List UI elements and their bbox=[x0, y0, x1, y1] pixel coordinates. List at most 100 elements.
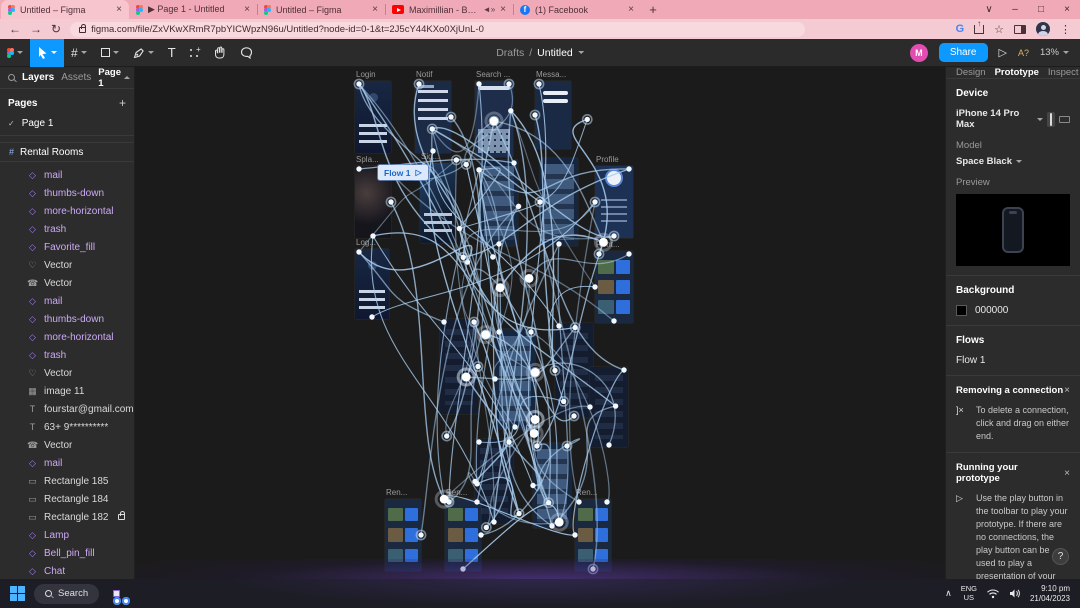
address-bar[interactable]: figma.com/file/ZxVKwXRmR7pbYICWpzN96u/Un… bbox=[70, 21, 806, 37]
layer-item[interactable]: ▭ Rectangle 185 bbox=[0, 472, 134, 490]
page-item-page1[interactable]: ✓ Page 1 bbox=[8, 118, 126, 129]
frame-label[interactable]: Ren... bbox=[446, 488, 467, 497]
minimize-button[interactable]: – bbox=[1002, 4, 1028, 15]
user-avatar[interactable]: M bbox=[909, 43, 928, 62]
tab-design[interactable]: Design bbox=[956, 67, 986, 78]
close-button[interactable]: × bbox=[1054, 4, 1080, 15]
shape-tool-button[interactable] bbox=[94, 39, 126, 67]
frame-label[interactable]: Spla... bbox=[356, 155, 379, 164]
canvas[interactable]: Login Notif Search ... Messa... Spla... Sig..… bbox=[135, 67, 945, 579]
layer-item[interactable]: ▭ Rectangle 182 bbox=[0, 508, 134, 526]
share-icon[interactable] bbox=[974, 19, 985, 34]
layer-item[interactable]: ◇ mail bbox=[0, 166, 134, 184]
model-select[interactable]: Space Black bbox=[956, 156, 1012, 167]
layer-item[interactable]: ◇ more-horizontal bbox=[0, 202, 134, 220]
tray-expand-icon[interactable]: ∧ bbox=[945, 588, 952, 599]
layer-item[interactable]: ◇ trash bbox=[0, 220, 134, 238]
layer-item[interactable]: ◇ more-horizontal bbox=[0, 328, 134, 346]
frame-label[interactable]: Rent... bbox=[596, 240, 620, 249]
start-button[interactable] bbox=[10, 586, 25, 601]
background-color-swatch[interactable] bbox=[956, 305, 967, 316]
canvas-frame[interactable] bbox=[440, 319, 478, 414]
flow-item[interactable]: Flow 1 bbox=[956, 355, 985, 366]
flow-play-icon[interactable]: ▷ bbox=[415, 168, 421, 177]
layer-item[interactable]: ◇ mail bbox=[0, 292, 134, 310]
layer-item[interactable]: ▭ Rectangle 184 bbox=[0, 490, 134, 508]
frame-label[interactable]: Notif bbox=[416, 70, 432, 79]
canvas-frame[interactable] bbox=[590, 367, 628, 447]
tab-audio-icon[interactable]: ◄» bbox=[483, 5, 495, 14]
file-title[interactable]: Untitled bbox=[537, 47, 573, 59]
layer-item[interactable]: ♡ Vector bbox=[0, 364, 134, 382]
layer-item[interactable]: ♡ Vector bbox=[0, 256, 134, 274]
move-tool-button[interactable] bbox=[30, 38, 64, 67]
canvas-frame[interactable]: Profile bbox=[595, 155, 633, 238]
side-panel-icon[interactable] bbox=[1014, 24, 1026, 34]
maximize-button[interactable]: □ bbox=[1028, 4, 1054, 15]
hand-tool-button[interactable] bbox=[207, 39, 233, 67]
forward-button[interactable]: → bbox=[30, 23, 42, 35]
device-select[interactable]: iPhone 14 Pro Max bbox=[956, 108, 1033, 130]
frame-label[interactable]: Login bbox=[356, 70, 376, 79]
tab-close-icon[interactable]: × bbox=[116, 4, 122, 15]
frame-label[interactable]: Ren... bbox=[386, 488, 407, 497]
canvas-frame[interactable]: Notif bbox=[415, 70, 451, 153]
canvas-frame[interactable]: Ren... bbox=[385, 488, 421, 571]
canvas-frame[interactable]: Ren... bbox=[575, 488, 611, 571]
present-play-button[interactable]: ▷ bbox=[999, 46, 1007, 59]
zoom-control[interactable]: 13% bbox=[1040, 47, 1069, 58]
layer-item[interactable]: ◇ mail bbox=[0, 454, 134, 472]
frame-label[interactable]: Ren... bbox=[576, 488, 597, 497]
page-selector[interactable]: Page 1 bbox=[98, 67, 130, 89]
lock-icon[interactable] bbox=[118, 511, 125, 520]
google-lens-icon[interactable]: G bbox=[956, 23, 965, 35]
reload-button[interactable]: ↻ bbox=[51, 23, 61, 35]
tip-close-icon[interactable]: × bbox=[1064, 468, 1070, 479]
tab-prototype[interactable]: Prototype bbox=[995, 67, 1039, 78]
canvas-frame[interactable]: Messa... bbox=[535, 70, 571, 149]
volume-icon[interactable] bbox=[1009, 588, 1021, 599]
new-tab-button[interactable]: + bbox=[641, 0, 665, 19]
add-page-button[interactable]: + bbox=[119, 96, 126, 110]
canvas-frame[interactable] bbox=[555, 323, 593, 418]
layer-item[interactable]: Tfourstar@gmail.com bbox=[0, 400, 134, 418]
root-frame-item[interactable]: # Rental Rooms bbox=[0, 142, 134, 162]
canvas-frame[interactable]: Log... bbox=[355, 238, 389, 319]
text-tool-button[interactable]: T bbox=[161, 39, 183, 67]
wifi-icon[interactable] bbox=[986, 588, 1000, 599]
share-button[interactable]: Share bbox=[938, 43, 988, 62]
browser-tab[interactable]: ▶ Page 1 - Untitled × bbox=[129, 0, 257, 19]
search-icon[interactable] bbox=[8, 74, 15, 81]
layer-item[interactable]: ◇ Bell_pin_fill bbox=[0, 544, 134, 562]
layer-item[interactable]: ◇ Lamp bbox=[0, 526, 134, 544]
layer-item[interactable]: T 63+ 9********** bbox=[0, 418, 134, 436]
frame-tool-button[interactable]: # bbox=[64, 39, 94, 67]
browser-tab[interactable]: Untitled – Figma × bbox=[1, 0, 129, 19]
frame-label[interactable]: Messa... bbox=[536, 70, 566, 79]
browser-tab[interactable]: Maximillian - Beautiful Scars ◄» × bbox=[385, 0, 513, 19]
layer-item[interactable]: ☎ Vector bbox=[0, 436, 134, 454]
dev-mode-hint[interactable]: A? bbox=[1018, 48, 1029, 58]
canvas-frame[interactable]: Ren... bbox=[445, 488, 481, 571]
tab-inspect[interactable]: Inspect bbox=[1048, 67, 1079, 78]
help-button[interactable]: ? bbox=[1052, 548, 1069, 565]
profile-avatar[interactable] bbox=[1036, 22, 1050, 36]
browser-tab[interactable]: Untitled – Figma × bbox=[257, 0, 385, 19]
layer-item[interactable]: ☎ Vector bbox=[0, 274, 134, 292]
taskbar-clock[interactable]: 9:10 pm 21/04/2023 bbox=[1030, 584, 1070, 604]
canvas-frame[interactable]: Rent... bbox=[595, 240, 633, 323]
canvas-frame[interactable] bbox=[533, 443, 571, 528]
frame-label[interactable]: Log... bbox=[356, 238, 376, 247]
layer-item[interactable]: ▦ image 11 bbox=[0, 382, 134, 400]
tab-close-icon[interactable]: × bbox=[628, 4, 634, 15]
frame-label[interactable]: Profile bbox=[596, 155, 619, 164]
tab-layers[interactable]: Layers bbox=[22, 72, 54, 83]
breadcrumb-drafts[interactable]: Drafts bbox=[496, 47, 524, 59]
tab-close-icon[interactable]: × bbox=[372, 4, 378, 15]
breadcrumb[interactable]: Drafts / Untitled bbox=[496, 47, 584, 59]
layer-item[interactable]: ◇ Chat bbox=[0, 562, 134, 579]
canvas-frame[interactable]: Search ... bbox=[475, 70, 513, 157]
browser-tab[interactable]: f (1) Facebook × bbox=[513, 0, 641, 19]
bookmark-star-icon[interactable]: ☆ bbox=[994, 23, 1004, 36]
orientation-landscape-icon[interactable] bbox=[1059, 115, 1070, 123]
